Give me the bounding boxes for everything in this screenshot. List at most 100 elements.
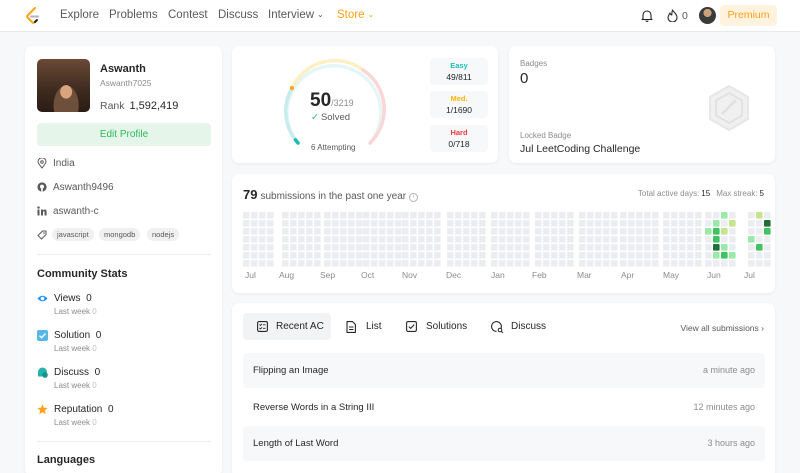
heatmap-day-cell[interactable] [471,252,478,259]
heatmap-day-cell[interactable] [567,260,574,267]
heatmap-day-cell[interactable] [559,220,566,227]
heatmap-day-cell[interactable] [332,252,339,259]
heatmap-day-cell[interactable] [551,252,558,259]
heatmap-day-cell[interactable] [523,228,530,235]
heatmap-day-cell[interactable] [387,212,394,219]
difficulty-easy[interactable]: Easy 49/811 [430,58,488,85]
heatmap-day-cell[interactable] [523,212,530,219]
heatmap-day-cell[interactable] [259,220,266,227]
heatmap-day-cell[interactable] [371,212,378,219]
heatmap-day-cell[interactable] [379,228,386,235]
heatmap-day-cell[interactable] [348,236,355,243]
heatmap-day-cell[interactable] [687,260,694,267]
heatmap-day-cell[interactable] [395,212,402,219]
heatmap-day-cell[interactable] [764,244,771,251]
heatmap-day-cell[interactable] [324,212,331,219]
heatmap-day-cell[interactable] [603,244,610,251]
heatmap-day-cell[interactable] [663,220,670,227]
heatmap-day-cell[interactable] [410,212,417,219]
heatmap-day-cell[interactable] [363,212,370,219]
heatmap-day-cell[interactable] [371,220,378,227]
heatmap-day-cell[interactable] [620,212,627,219]
heatmap-day-cell[interactable] [402,220,409,227]
heatmap-day-cell[interactable] [290,236,297,243]
heatmap-day-cell[interactable] [290,252,297,259]
heatmap-day-cell[interactable] [507,220,514,227]
heatmap-day-cell[interactable] [306,236,313,243]
heatmap-day-cell[interactable] [748,228,755,235]
heatmap-day-cell[interactable] [455,252,462,259]
view-all-submissions-link[interactable]: View all submissions › [681,323,764,333]
heatmap-day-cell[interactable] [395,260,402,267]
heatmap-day-cell[interactable] [620,220,627,227]
heatmap-day-cell[interactable] [644,252,651,259]
heatmap-day-cell[interactable] [695,212,702,219]
heatmap-day-cell[interactable] [306,252,313,259]
heatmap-day-cell[interactable] [729,212,736,219]
heatmap-day-cell[interactable] [705,212,712,219]
heatmap-day-cell[interactable] [363,252,370,259]
heatmap-day-cell[interactable] [290,212,297,219]
heatmap-day-cell[interactable] [371,252,378,259]
heatmap-day-cell[interactable] [243,236,250,243]
nav-interview[interactable]: Interview ⌄ [268,9,324,21]
heatmap-day-cell[interactable] [551,260,558,267]
heatmap-day-cell[interactable] [324,236,331,243]
heatmap-day-cell[interactable] [756,220,763,227]
heatmap-day-cell[interactable] [332,236,339,243]
heatmap-day-cell[interactable] [499,228,506,235]
heatmap-day-cell[interactable] [479,260,486,267]
heatmap-day-cell[interactable] [418,260,425,267]
heatmap-day-cell[interactable] [603,220,610,227]
heatmap-day-cell[interactable] [434,244,441,251]
heatmap-day-cell[interactable] [259,212,266,219]
heatmap-day-cell[interactable] [663,260,670,267]
heatmap-day-cell[interactable] [713,236,720,243]
heatmap-day-cell[interactable] [636,244,643,251]
heatmap-day-cell[interactable] [628,236,635,243]
heatmap-day-cell[interactable] [298,228,305,235]
heatmap-day-cell[interactable] [251,212,258,219]
heatmap-day-cell[interactable] [652,236,659,243]
heatmap-day-cell[interactable] [543,260,550,267]
heatmap-day-cell[interactable] [551,212,558,219]
heatmap-day-cell[interactable] [395,228,402,235]
heatmap-day-cell[interactable] [479,220,486,227]
heatmap-day-cell[interactable] [523,236,530,243]
heatmap-day-cell[interactable] [471,220,478,227]
heatmap-day-cell[interactable] [587,260,594,267]
locked-badge-icon[interactable] [707,84,751,132]
heatmap-day-cell[interactable] [559,236,566,243]
heatmap-day-cell[interactable] [543,228,550,235]
heatmap-day-cell[interactable] [395,236,402,243]
heatmap-day-cell[interactable] [515,244,522,251]
heatmap-day-cell[interactable] [267,260,274,267]
heatmap-day-cell[interactable] [282,260,289,267]
heatmap-day-cell[interactable] [243,244,250,251]
heatmap-day-cell[interactable] [282,244,289,251]
heatmap-day-cell[interactable] [463,236,470,243]
heatmap-day-cell[interactable] [395,220,402,227]
heatmap-day-cell[interactable] [764,252,771,259]
heatmap-day-cell[interactable] [652,212,659,219]
heatmap-day-cell[interactable] [314,228,321,235]
heatmap-day-cell[interactable] [729,252,736,259]
heatmap-day-cell[interactable] [595,236,602,243]
heatmap-day-cell[interactable] [306,260,313,267]
heatmap-day-cell[interactable] [243,260,250,267]
difficulty-medium[interactable]: Med. 1/1690 [430,91,488,118]
heatmap-day-cell[interactable] [567,228,574,235]
heatmap-day-cell[interactable] [491,252,498,259]
heatmap-day-cell[interactable] [535,228,542,235]
skill-tag[interactable]: mongodb [99,228,141,241]
heatmap-day-cell[interactable] [463,244,470,251]
heatmap-day-cell[interactable] [395,252,402,259]
heatmap-day-cell[interactable] [434,260,441,267]
leetcode-logo-icon[interactable] [26,7,40,25]
heatmap-day-cell[interactable] [479,252,486,259]
heatmap-day-cell[interactable] [410,252,417,259]
heatmap-day-cell[interactable] [620,260,627,267]
heatmap-day-cell[interactable] [363,228,370,235]
heatmap-day-cell[interactable] [298,244,305,251]
heatmap-day-cell[interactable] [418,220,425,227]
